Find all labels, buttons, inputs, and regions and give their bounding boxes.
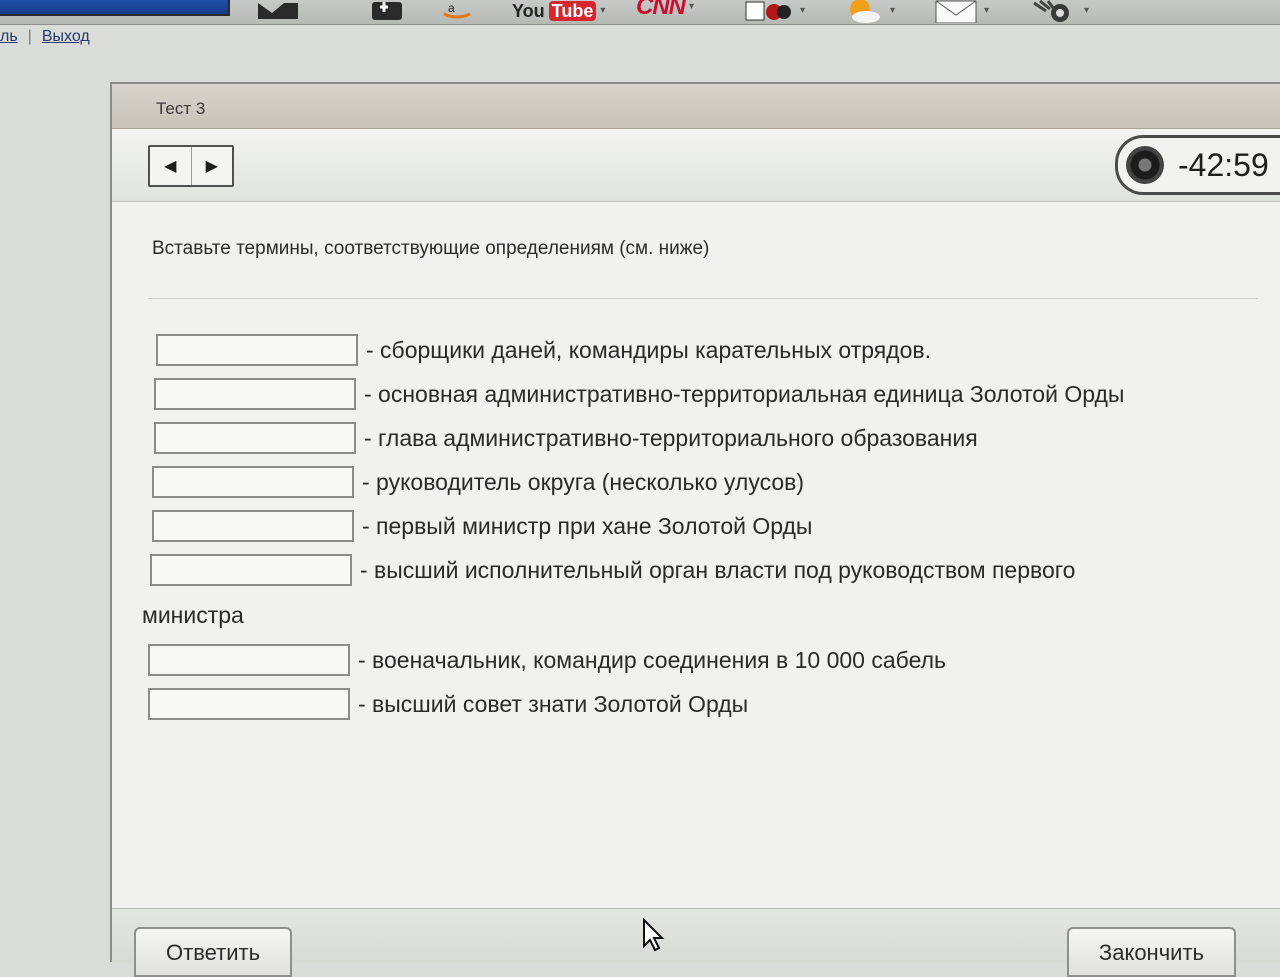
timer-value: -42:59 <box>1178 146 1269 183</box>
bookmark-icon[interactable] <box>258 0 298 22</box>
question-nav-buttons: ◀ ▶ <box>148 145 234 187</box>
games-icon[interactable]: ▾ <box>744 0 805 22</box>
term-definition: - высший исполнительный орган власти под… <box>360 556 1076 583</box>
term-input[interactable] <box>152 510 354 542</box>
toolbar-search-bar[interactable] <box>0 0 230 16</box>
hand-icon[interactable]: ▾ <box>1030 0 1089 22</box>
cnn-icon[interactable]: CNN ▾ <box>636 0 694 19</box>
term-row: - военачальник, командир соединения в 10… <box>148 644 946 676</box>
mouse-cursor-icon <box>642 917 666 957</box>
term-definition: - высший совет знати Золотой Орды <box>358 690 749 717</box>
term-input[interactable] <box>154 422 356 454</box>
countdown-timer: -42:59 <box>1115 135 1280 195</box>
weather-icon[interactable]: ▾ <box>842 0 895 23</box>
test-window: Тест 3 ◀ ▶ -42:59 Вставьте термины, соот… <box>110 82 1280 977</box>
amazon-icon[interactable]: a <box>440 0 474 22</box>
finish-button[interactable]: Закончить <box>1066 927 1236 977</box>
arrow-left-icon: ◀ <box>164 158 177 175</box>
next-question-button[interactable]: ▶ <box>190 147 233 185</box>
term-input[interactable] <box>148 644 350 676</box>
term-row: - глава административно-территориального… <box>154 422 978 454</box>
logout-link[interactable]: Выход <box>42 28 90 45</box>
svg-text:a: a <box>448 2 455 15</box>
clock-icon <box>1126 146 1164 184</box>
answer-button[interactable]: Ответить <box>134 927 293 977</box>
term-definition: - основная административно-территориальн… <box>364 380 1125 407</box>
term-definition: - военачальник, командир соединения в 10… <box>358 646 946 673</box>
term-input[interactable] <box>156 334 358 366</box>
nav-link-separator: | <box>27 28 32 45</box>
term-input[interactable] <box>154 378 356 410</box>
term-row: - руководитель округа (несколько улусов) <box>152 466 804 498</box>
term-input[interactable] <box>152 466 354 498</box>
window-bottom-bar: Ответить Закончить <box>112 908 1280 977</box>
term-row: - сборщики даней, командиры карательных … <box>156 334 931 366</box>
term-definition: - сборщики даней, командиры карательных … <box>366 336 932 363</box>
term-input[interactable] <box>148 688 350 720</box>
question-instruction: Вставьте термины, соответствующие опреде… <box>152 238 710 259</box>
window-title: Тест 3 <box>112 84 1280 129</box>
term-row: - первый министр при хане Золотой Орды <box>152 510 812 542</box>
term-row: - высший совет знати Золотой Орды <box>148 688 748 720</box>
youtube-icon[interactable]: You Tube ▾ <box>512 0 605 22</box>
plus-icon[interactable] <box>372 0 402 22</box>
arrow-right-icon: ▶ <box>205 158 218 175</box>
question-content: Вставьте термины, соответствующие опреде… <box>112 202 1280 908</box>
term-definition: - руководитель округа (несколько улусов) <box>362 468 805 495</box>
term-definition: - первый министр при хане Золотой Орды <box>362 512 813 539</box>
content-divider <box>148 298 1258 299</box>
window-toolbar: ◀ ▶ -42:59 <box>112 129 1280 202</box>
term-input[interactable] <box>150 554 352 586</box>
nav-link-partial[interactable]: ль <box>0 28 18 45</box>
mail-icon[interactable]: ▾ <box>934 0 989 23</box>
term-row: - основная административно-территориальн… <box>154 378 1124 410</box>
browser-toolbar: a You Tube ▾ CNN ▾ ▾ ▾ ▾ ▾ <box>0 0 1280 25</box>
term-row: - высший исполнительный орган власти под… <box>150 554 1075 586</box>
term-definition: - глава административно-территориального… <box>364 424 978 451</box>
browser-nav-links: ль | Выход <box>0 28 90 46</box>
term-definition-continuation: министра <box>142 602 244 628</box>
prev-question-button[interactable]: ◀ <box>150 147 191 185</box>
